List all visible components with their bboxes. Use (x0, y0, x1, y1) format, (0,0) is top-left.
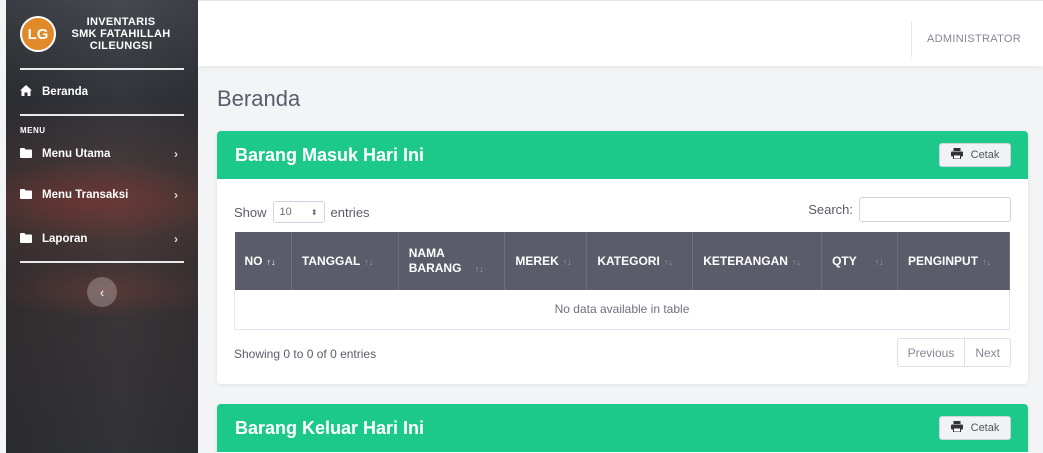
brand-line-1: INVENTARIS (86, 16, 156, 28)
column-label: NO (244, 254, 263, 268)
search-control: Search: (808, 197, 1011, 222)
sidebar-item-beranda[interactable]: Beranda (6, 70, 198, 114)
outgoing-today-card: Barang Keluar Hari Ini Cetak (217, 404, 1028, 453)
brand-line-2: SMK FATAHILLAH (71, 28, 171, 40)
next-page-button[interactable]: Next (964, 339, 1010, 366)
brand-line-3: CILEUNGSI (89, 40, 153, 52)
incoming-today-card: Barang Masuk Hari Ini Cetak Show 10 ⬍ en… (217, 131, 1028, 384)
chevron-left-icon: ‹ (99, 284, 105, 300)
card-title: Barang Keluar Hari Ini (235, 417, 425, 438)
page-length-select[interactable]: 10 ⬍ (272, 201, 325, 223)
sidebar-divider (20, 261, 184, 263)
column-header-keterangan[interactable]: KETERANGAN ↑↓ (692, 232, 823, 290)
sort-icon: ↑↓ (982, 257, 992, 267)
chevron-right-icon: › (174, 188, 178, 202)
card-header: Barang Keluar Hari Ini Cetak (217, 404, 1028, 452)
column-label: KATEGORI (597, 254, 660, 268)
sidebar-item-label: Beranda (42, 86, 89, 98)
sidebar: LG INVENTARIS SMK FATAHILLAH CILEUNGSI B… (6, 0, 198, 453)
column-label: QTY (832, 254, 857, 268)
print-button-label: Cetak (970, 149, 1000, 161)
user-menu[interactable]: ADMINISTRATOR (927, 33, 1021, 45)
previous-page-button[interactable]: Previous (898, 339, 965, 366)
sort-updown-icon: ⬍ (310, 207, 318, 217)
topbar-divider (911, 21, 912, 57)
column-label: KETERANGAN (703, 254, 788, 268)
print-icon (950, 421, 963, 435)
folder-icon (20, 232, 36, 246)
sidebar-item-menu-utama[interactable]: Menu Utama › (6, 135, 198, 173)
table-header-row: NO ↑↓ TANGGAL ↑↓ NAMA BARANG ↑↓ MEREK ↑↓ KAT… (234, 232, 1010, 290)
pagination: Previous Next (896, 338, 1011, 367)
print-button[interactable]: Cetak (939, 143, 1011, 167)
data-table: NO ↑↓ TANGGAL ↑↓ NAMA BARANG ↑↓ MEREK ↑↓ KAT… (234, 232, 1010, 330)
column-header-no[interactable]: NO ↑↓ (234, 232, 292, 290)
table-info: Showing 0 to 0 of 0 entries (234, 347, 377, 361)
sort-icon: ↑↓ (364, 257, 374, 267)
folder-icon (20, 188, 36, 202)
sidebar-item-label: Laporan (42, 233, 88, 245)
entries-label: entries (330, 204, 370, 220)
print-button[interactable]: Cetak (939, 416, 1011, 440)
table-controls: Show 10 ⬍ entries Search: (234, 197, 1011, 223)
page-title: Beranda (217, 86, 301, 111)
search-input[interactable] (859, 197, 1011, 222)
column-label: NAMA BARANG (408, 246, 462, 275)
home-icon (20, 85, 36, 99)
page-length-value: 10 (279, 206, 292, 218)
column-label: PENGINPUT (908, 254, 979, 268)
chevron-right-icon: › (174, 232, 178, 246)
empty-table-message: No data available in table (234, 290, 1010, 330)
column-header-merek[interactable]: MEREK ↑↓ (504, 232, 588, 290)
sidebar-toggle-button[interactable]: ‹ (87, 277, 117, 307)
chevron-right-icon: › (174, 147, 178, 161)
sidebar-item-label: Menu Transaksi (42, 189, 129, 201)
folder-icon (20, 147, 36, 161)
print-button-label: Cetak (970, 422, 1000, 434)
card-title: Barang Masuk Hari Ini (235, 144, 425, 165)
sort-icon: ↑↓ (474, 264, 484, 274)
brand-text: INVENTARIS SMK FATAHILLAH CILEUNGSI (66, 16, 176, 52)
sort-icon: ↑↓ (791, 257, 801, 267)
sidebar-item-menu-transaksi[interactable]: Menu Transaksi › (6, 173, 198, 217)
column-label: TANGGAL (301, 254, 361, 268)
show-label: Show (234, 204, 267, 220)
column-header-penginput[interactable]: PENGINPUT ↑↓ (897, 232, 1010, 290)
column-label: MEREK (515, 254, 559, 268)
search-label: Search: (808, 202, 853, 217)
column-header-kategori[interactable]: KATEGORI ↑↓ (586, 232, 694, 290)
sort-icon: ↑↓ (663, 257, 673, 267)
brand-logo: LG (20, 16, 56, 52)
sidebar-item-label: Menu Utama (42, 148, 111, 160)
length-control: Show 10 ⬍ entries (234, 201, 370, 223)
brand[interactable]: LG INVENTARIS SMK FATAHILLAH CILEUNGSI (6, 0, 198, 68)
sort-icon: ↑↓ (266, 257, 276, 267)
column-header-qty[interactable]: QTY ↑↓ (821, 232, 899, 290)
print-icon (950, 148, 963, 162)
sort-icon: ↑↓ (874, 257, 884, 267)
card-header: Barang Masuk Hari Ini Cetak (217, 131, 1028, 179)
column-header-tanggal[interactable]: TANGGAL ↑↓ (291, 232, 399, 290)
column-header-nama-barang[interactable]: NAMA BARANG ↑↓ (398, 232, 506, 290)
sidebar-heading: MENU (20, 126, 46, 135)
sort-icon: ↑↓ (562, 257, 572, 267)
sidebar-item-laporan[interactable]: Laporan › (6, 217, 198, 261)
table-row: No data available in table (234, 290, 1010, 330)
topbar: ADMINISTRATOR (198, 0, 1043, 66)
